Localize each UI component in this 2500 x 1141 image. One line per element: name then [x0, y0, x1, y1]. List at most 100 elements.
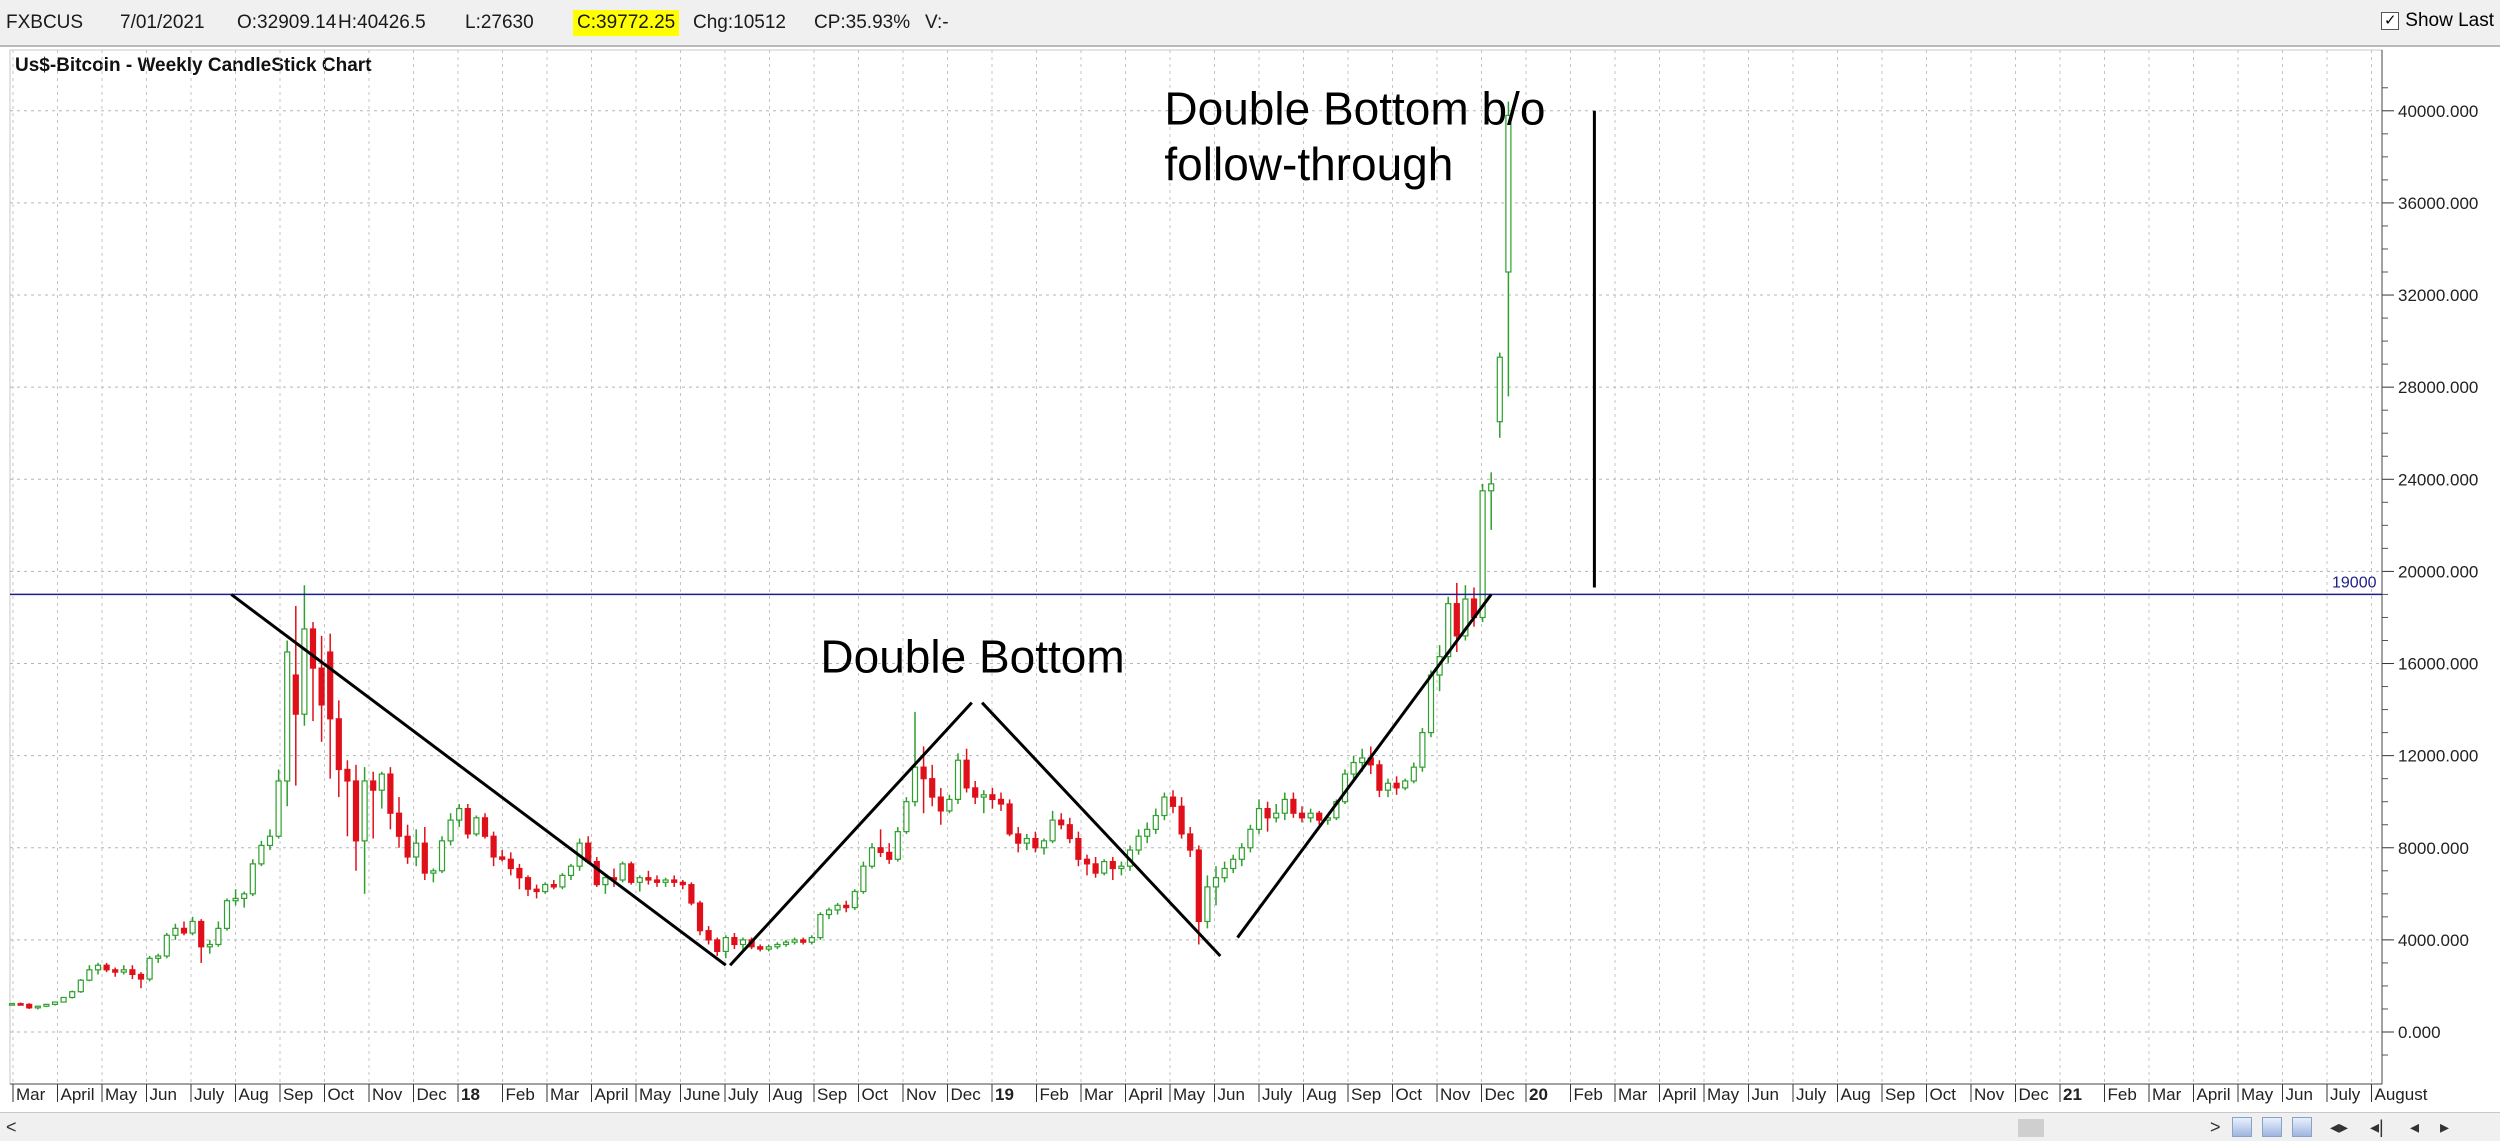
trendline — [230, 593, 727, 967]
candle-body — [739, 939, 747, 946]
candle-body — [1144, 828, 1151, 837]
candle-body — [533, 888, 540, 893]
scroll-right-icon[interactable]: > — [2210, 1117, 2221, 1138]
candle-body — [309, 628, 317, 669]
candle-body — [628, 863, 635, 883]
y-tick-label: 36000.000 — [2398, 194, 2478, 213]
x-tick-label: Sep — [283, 1085, 313, 1104]
candle-body — [1109, 860, 1116, 870]
candle-body — [722, 936, 729, 952]
candle-body — [585, 842, 592, 863]
candle-body — [765, 946, 772, 950]
candle-body — [989, 794, 996, 800]
candle-body — [60, 996, 67, 1003]
candle-body — [550, 884, 557, 888]
candle-body — [808, 936, 815, 943]
candle-body — [266, 835, 274, 847]
candle-body — [404, 835, 411, 858]
x-tick-label: May — [1707, 1085, 1740, 1104]
x-tick-label: Aug — [1307, 1085, 1337, 1104]
step-next-icon[interactable]: ▸ — [2440, 1117, 2449, 1138]
candle-body — [198, 920, 205, 948]
y-tick-label: 28000.000 — [2398, 378, 2478, 397]
y-tick-label: 0.000 — [2398, 1023, 2441, 1042]
close-value: C:39772.25 — [573, 10, 680, 36]
candle-body — [1230, 858, 1237, 870]
candle-body — [1419, 732, 1426, 768]
x-tick-label: Aug — [1841, 1085, 1871, 1104]
candle-body — [662, 879, 669, 883]
candle-body — [817, 913, 824, 939]
x-tick-label: June — [684, 1085, 721, 1104]
candle-body — [464, 808, 471, 835]
candle-body — [1290, 798, 1297, 814]
candle-body — [1187, 833, 1194, 851]
candle-body — [894, 831, 901, 860]
candle-body — [1479, 490, 1486, 619]
x-tick-label: May — [105, 1085, 138, 1104]
candle-body — [1204, 886, 1211, 923]
candle-body — [490, 835, 497, 858]
candle-body — [1359, 757, 1366, 764]
scroll-thumb[interactable] — [2018, 1119, 2044, 1137]
candle-body — [1135, 835, 1142, 851]
candle-body — [1298, 812, 1306, 819]
x-tick-label: Aug — [773, 1085, 803, 1104]
y-tick-label: 12000.000 — [2398, 747, 2478, 766]
candle-body — [318, 667, 325, 706]
candle-body — [645, 877, 652, 881]
x-tick-label: Mar — [2152, 1085, 2182, 1104]
y-tick-label: 4000.000 — [2398, 931, 2469, 950]
pan-icon[interactable] — [2292, 1117, 2312, 1137]
zoom-in-icon[interactable] — [2232, 1117, 2252, 1137]
candle-body — [370, 780, 377, 791]
x-tick-label: Sep — [1885, 1085, 1915, 1104]
candle-body — [232, 897, 239, 902]
candle-body — [1195, 849, 1202, 923]
show-last-toggle[interactable]: ✓ Show Last — [2381, 10, 2494, 32]
candle-body — [1402, 780, 1409, 789]
candle-body — [954, 759, 962, 800]
candle-body — [1273, 812, 1280, 819]
candle-body — [671, 879, 678, 883]
x-tick-label: Jun — [1218, 1085, 1245, 1104]
x-tick-label: Jun — [1752, 1085, 1779, 1104]
candle-body — [843, 904, 850, 909]
step-first-icon[interactable]: ◂▸ — [2330, 1117, 2348, 1138]
candle-body — [937, 796, 944, 812]
candle-body — [1221, 867, 1228, 879]
candle-body — [705, 930, 712, 941]
candlestick-chart[interactable]: 0.000 4000.000 8000.000 12000.000 16000.000 2… — [0, 0, 2500, 1141]
scroll-left-icon[interactable]: < — [6, 1117, 17, 1138]
candle-body — [1264, 808, 1271, 819]
zoom-out-icon[interactable] — [2262, 1117, 2282, 1137]
quote-toolbar: FXBCUS 7/01/2021 O:32909.14 H:40426.5 L:… — [0, 0, 2500, 47]
x-tick-label: May — [1173, 1085, 1206, 1104]
checkbox-checked-icon[interactable]: ✓ — [2381, 12, 2400, 30]
candle-body — [1436, 656, 1443, 676]
candle-body — [1410, 766, 1417, 782]
candle-body — [1505, 114, 1512, 273]
scrollbar[interactable]: < > ◂▸ ◂| ◂ ▸ — [0, 1112, 2500, 1141]
step-prev-icon[interactable]: ◂ — [2410, 1117, 2419, 1138]
candle-body — [516, 867, 523, 879]
trendline — [980, 701, 1222, 958]
candle-body — [1212, 877, 1220, 888]
candle-body — [120, 969, 127, 973]
candle-body — [1006, 803, 1013, 835]
x-tick-label: May — [2241, 1085, 2274, 1104]
candle-body — [868, 847, 876, 867]
x-tick-label: Mar — [16, 1085, 46, 1104]
candle-body — [1032, 837, 1039, 849]
candle-body — [567, 865, 575, 876]
candle-body — [1281, 798, 1288, 814]
candle-body — [387, 773, 394, 814]
y-tick-label: 32000.000 — [2398, 286, 2478, 305]
show-last-label: Show Last — [2405, 10, 2494, 31]
step-back-icon[interactable]: ◂| — [2370, 1117, 2384, 1138]
candle-body — [1350, 761, 1357, 775]
candle-body — [378, 773, 385, 791]
candle-body — [499, 856, 506, 860]
candle-body — [997, 798, 1005, 805]
candle-body — [559, 874, 566, 888]
